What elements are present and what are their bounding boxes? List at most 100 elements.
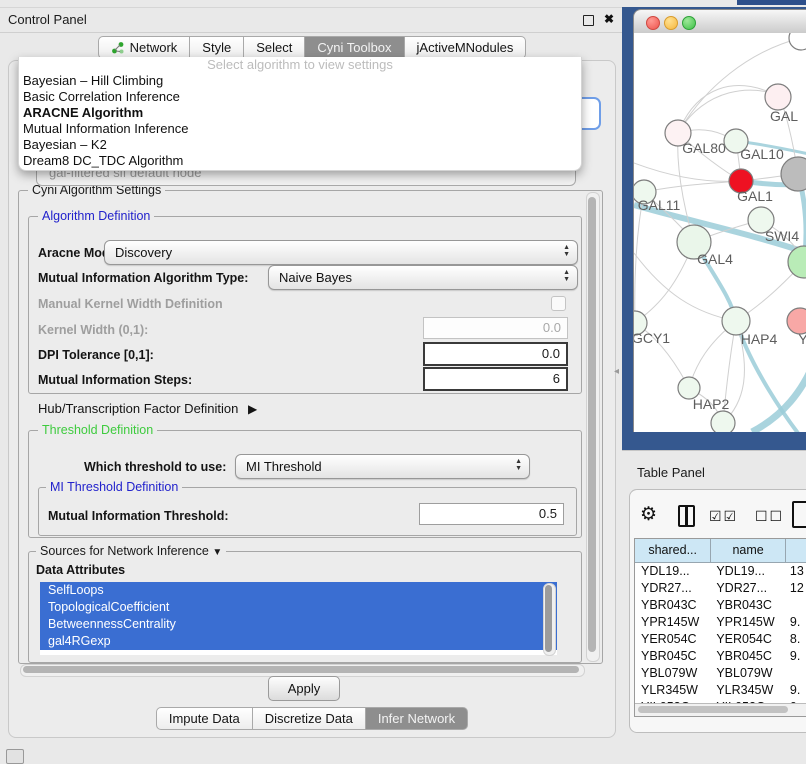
node-gal[interactable] (765, 84, 791, 110)
sources-title-text: Sources for Network Inference (40, 544, 209, 558)
tab-style[interactable]: Style (190, 36, 244, 59)
table-cell: YER054C (635, 631, 710, 648)
node[interactable] (789, 33, 806, 50)
attributes-scrollbar-thumb[interactable] (545, 585, 552, 652)
zoom-traffic-icon[interactable] (682, 16, 696, 30)
node[interactable] (788, 246, 806, 278)
hub-definition-toggle[interactable]: Hub/Transcription Factor Definition ▶ (38, 401, 257, 416)
tab-network[interactable]: Network (98, 36, 191, 59)
mi-threshold-label: Mutual Information Threshold: (48, 509, 229, 523)
table-cell (784, 665, 806, 682)
tab-select[interactable]: Select (244, 36, 305, 59)
table-row[interactable]: YDR27...YDR27...12 (635, 580, 806, 597)
settings-horizontal-scrollbar-thumb[interactable] (23, 666, 579, 673)
algorithm-option-aracne-algorithm[interactable]: ARACNE Algorithm (19, 105, 581, 121)
node-label-hap2: HAP2 (693, 396, 730, 412)
network-canvas[interactable]: GALGAL80GAL10GAL1GAL11GAL4SWI4GCY1HAP4YH… (633, 33, 806, 432)
settings-vertical-scrollbar[interactable] (586, 192, 600, 662)
float-icon[interactable] (583, 15, 594, 26)
node-label-gcy1: GCY1 (634, 330, 670, 346)
table-cell: YER054C (710, 631, 784, 648)
table-cell: 9. (784, 682, 806, 699)
node-label-swi4: SWI4 (765, 228, 799, 244)
bottom-tabbar: Impute Data Discretize Data Infer Network (8, 707, 616, 730)
node[interactable] (711, 411, 735, 432)
table-horizontal-scrollbar-thumb[interactable] (638, 706, 788, 713)
algorithm-option-bayesian-k2[interactable]: Bayesian – K2 (19, 137, 581, 153)
settings-vertical-scrollbar-thumb[interactable] (588, 197, 596, 652)
kernel-width-label: Kernel Width (0,1): (38, 323, 148, 337)
data-attributes-label: Data Attributes (36, 563, 125, 577)
tab-jactivemnodules[interactable]: jActiveMNodules (405, 36, 527, 59)
algorithm-dropdown-list: Select algorithm to view settings Bayesi… (18, 57, 582, 171)
tab-label: Cyni Toolbox (317, 40, 391, 55)
tab-impute-data[interactable]: Impute Data (156, 707, 253, 730)
tab-label: Style (202, 40, 231, 55)
unchecked-boxes-icon[interactable]: ☐☐ (755, 508, 784, 525)
threshold-definition-title: Threshold Definition (38, 423, 157, 437)
algorithm-option-mutual-information-inference[interactable]: Mutual Information Inference (19, 121, 581, 137)
tab-infer-network[interactable]: Infer Network (366, 707, 468, 730)
table-cell: 8. (784, 631, 806, 648)
column-header-name[interactable]: name (711, 539, 785, 562)
tab-label: Impute Data (169, 711, 240, 726)
which-threshold-combo[interactable]: MI Threshold ▲▼ (235, 454, 530, 479)
manual-kernel-width-checkbox[interactable] (551, 296, 566, 311)
columns-icon[interactable] (678, 505, 695, 527)
aracne-mode-combo[interactable]: Discovery ▲▼ (104, 240, 578, 265)
tab-label: Infer Network (378, 711, 455, 726)
attribute-gal4rgexp[interactable]: gal4RGexp (40, 633, 557, 650)
table-cell: YPR145W (710, 614, 784, 631)
table-cell: YBL079W (710, 665, 784, 682)
kernel-width-field[interactable]: 0.0 (423, 317, 568, 339)
mi-algorithm-type-label: Mutual Information Algorithm Type: (38, 271, 248, 285)
table-row[interactable]: YLR345WYLR345W9. (635, 682, 806, 699)
document-icon[interactable] (792, 501, 806, 528)
gear-icon[interactable]: ⚙ (640, 503, 657, 526)
algorithm-option-basic-correlation-inference[interactable]: Basic Correlation Inference (19, 89, 581, 105)
table-row[interactable]: YBR043CYBR043C (635, 597, 806, 614)
apply-button[interactable]: Apply (268, 676, 340, 701)
tab-label: jActiveMNodules (417, 40, 514, 55)
close-traffic-icon[interactable] (646, 16, 660, 30)
table-cell: YBR043C (710, 597, 784, 614)
table-cell: 9. (784, 614, 806, 631)
table-row[interactable]: YER054CYER054C8. (635, 631, 806, 648)
algorithm-option-bayesian-hill-climbing[interactable]: Bayesian – Hill Climbing (19, 73, 581, 89)
table-row[interactable]: YBR045CYBR045C9. (635, 648, 806, 665)
mi-threshold-field[interactable]: 0.5 (419, 503, 564, 525)
network-window-titlebar[interactable] (633, 9, 806, 35)
table-cell: YDL19... (635, 563, 710, 580)
control-panel-titlebar: Control Panel ✖ (0, 8, 622, 33)
attribute-topologicalcoefficient[interactable]: TopologicalCoefficient (40, 599, 557, 616)
column-header-2[interactable] (786, 539, 806, 562)
dpi-tolerance-field[interactable]: 0.0 (423, 342, 568, 366)
data-attributes-list: SelfLoopsTopologicalCoefficientBetweenne… (40, 582, 557, 655)
table-horizontal-scrollbar[interactable] (635, 703, 806, 716)
mi-threshold-definition-title: MI Threshold Definition (46, 480, 182, 494)
tab-discretize-data[interactable]: Discretize Data (253, 707, 366, 730)
sources-title[interactable]: Sources for Network Inference ▼ (36, 544, 226, 558)
table-row[interactable]: YPR145WYPR145W9. (635, 614, 806, 631)
table-row[interactable]: YBL079WYBL079W (635, 665, 806, 682)
attributes-scrollbar[interactable] (543, 583, 556, 656)
table-row[interactable]: YDL19...YDL19...13 (635, 563, 806, 580)
column-header-shared[interactable]: shared... (635, 539, 711, 562)
algorithm-option-dream8-dc-tdc-algorithm[interactable]: Dream8 DC_TDC Algorithm (19, 153, 581, 169)
table-cell: 13 (784, 563, 806, 580)
mi-algorithm-type-combo[interactable]: Naive Bayes ▲▼ (268, 265, 578, 290)
manual-kernel-width-label: Manual Kernel Width Definition (38, 297, 223, 311)
close-icon[interactable]: ✖ (604, 12, 614, 26)
table-body: YDL19...YDL19...13YDR27...YDR27...12YBR0… (635, 563, 806, 704)
node-table: shared...name YDL19...YDL19...13YDR27...… (634, 538, 806, 717)
node-label-y: Y (798, 331, 806, 347)
mi-steps-field[interactable]: 6 (423, 367, 568, 391)
checked-boxes-icon[interactable]: ☑☑ (709, 508, 738, 525)
splitter-grip-icon[interactable]: ◂ (614, 366, 619, 377)
attribute-selfloops[interactable]: SelfLoops (40, 582, 557, 599)
attribute-betweennesscentrality[interactable]: BetweennessCentrality (40, 616, 557, 633)
tab-cyni-toolbox[interactable]: Cyni Toolbox (305, 36, 404, 59)
expanded-arrow-icon: ▼ (212, 547, 222, 558)
minimize-traffic-icon[interactable] (664, 16, 678, 30)
table-cell: 9. (784, 648, 806, 665)
